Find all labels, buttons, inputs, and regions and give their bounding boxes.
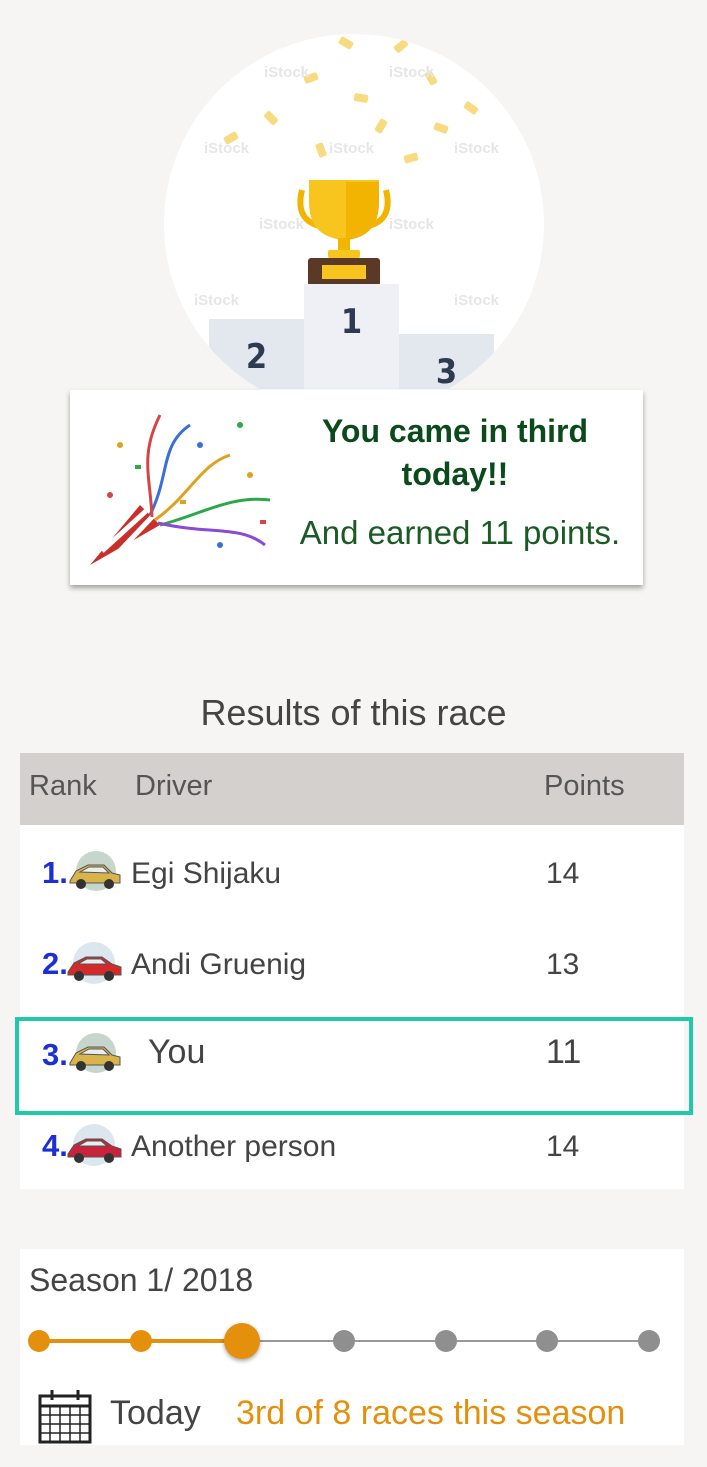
table-header: Rank Driver Points — [20, 753, 684, 825]
yellow-car-icon — [69, 851, 121, 891]
podium: 2 1 3 — [204, 279, 494, 392]
podium-first: 1 — [304, 284, 399, 389]
trophy-podium-illustration: iStock iStock iStock iStock iStock iStoc… — [164, 34, 544, 414]
today-label: Today — [110, 1394, 201, 1432]
season-progress-card: Season 1/ 2018 Today 3rd of 8 races this… — [20, 1249, 684, 1445]
race-step-4[interactable] — [333, 1330, 355, 1352]
podium-second: 2 — [209, 319, 304, 389]
race-step-2[interactable] — [129, 1330, 152, 1352]
calendar-icon[interactable] — [38, 1388, 92, 1444]
race-step-6[interactable] — [536, 1330, 559, 1352]
banner-title: You came in third today!! — [321, 413, 589, 492]
table-row[interactable]: 2. Andi Gruenig 13 — [20, 916, 684, 1007]
red-car-icon — [67, 1124, 122, 1166]
results-table: Rank Driver Points 1. Egi Shijaku 14 2. … — [20, 753, 684, 1189]
race-step-3[interactable] — [224, 1323, 261, 1359]
rank-header: Rank — [29, 770, 97, 802]
podium-third: 3 — [399, 334, 494, 392]
watermark: iStock — [454, 140, 500, 157]
watermark: iStock — [389, 216, 435, 233]
rank-number: 1. — [42, 855, 68, 890]
watermark: iStock — [329, 140, 375, 157]
party-popper-icon — [90, 414, 271, 565]
race-step-5[interactable] — [434, 1330, 457, 1352]
watermark: iStock — [204, 140, 250, 157]
banner-subtitle: And earned 11 points. — [299, 514, 621, 551]
driver-points: 13 — [546, 948, 580, 981]
current-user-highlight — [15, 1017, 693, 1115]
red-car-icon — [67, 942, 122, 984]
race-progress-text: 3rd of 8 races this season — [236, 1394, 626, 1432]
driver-header: Driver — [135, 770, 213, 802]
result-banner: You came in third today!! And earned 11 … — [70, 390, 643, 585]
driver-name: Andi Gruenig — [131, 948, 307, 981]
season-label: Season 1/ 2018 — [29, 1262, 254, 1298]
watermark: iStock — [389, 64, 435, 81]
race-step-7[interactable] — [638, 1330, 660, 1352]
results-title: Results of this race — [200, 692, 507, 733]
driver-points: 14 — [546, 857, 580, 890]
points-header: Points — [544, 770, 625, 802]
driver-name: Another person — [131, 1130, 337, 1163]
race-step-1[interactable] — [28, 1330, 50, 1352]
rank-number: 2. — [42, 946, 68, 981]
driver-name: Egi Shijaku — [131, 857, 282, 890]
rank-number: 4. — [42, 1128, 68, 1163]
driver-points: 14 — [546, 1130, 580, 1163]
watermark: iStock — [264, 64, 310, 81]
table-row[interactable]: 1. Egi Shijaku 14 — [20, 825, 684, 916]
trophy-icon — [297, 180, 391, 286]
